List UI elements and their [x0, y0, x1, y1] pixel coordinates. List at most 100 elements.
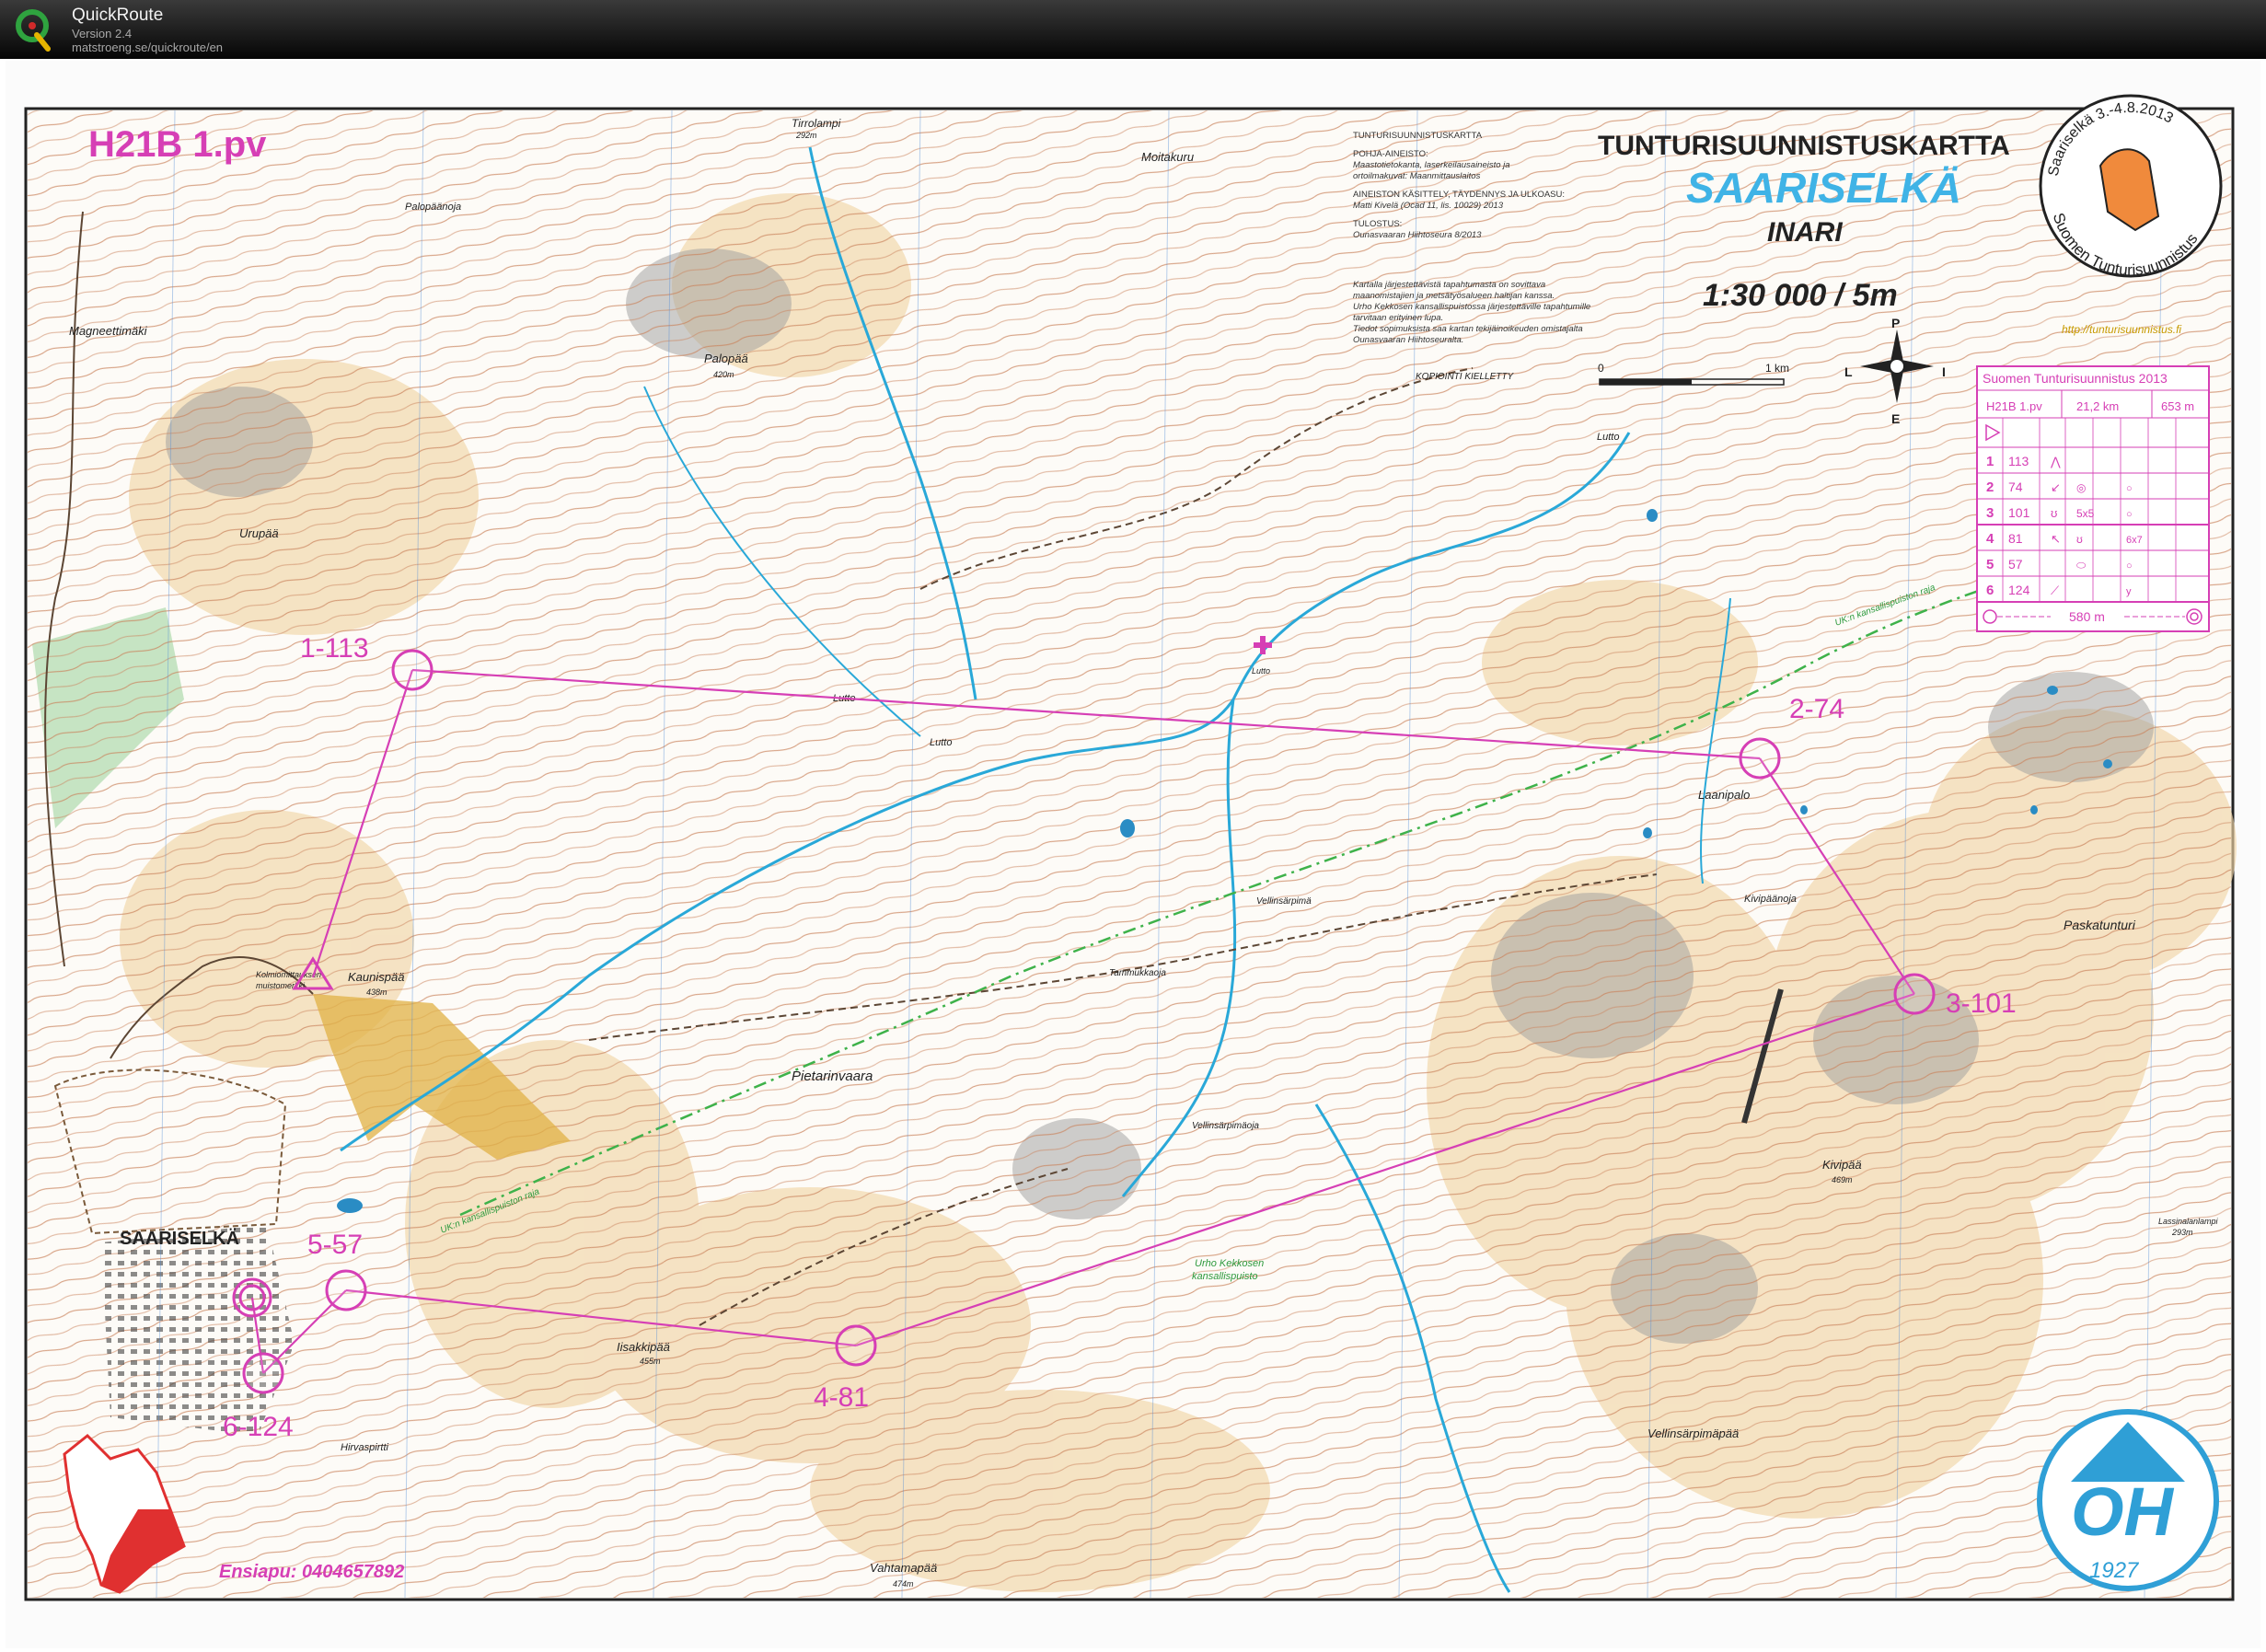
- club-logo: OH 1927: [2037, 1409, 2219, 1591]
- credit-line: Matti Kivelä (Ocad 11, lis. 10029) 2013: [1353, 201, 1504, 211]
- control-circle[interactable]: [835, 1324, 877, 1367]
- place-name: Lassinalanlampi: [2158, 1217, 2219, 1226]
- place-name: 438m: [366, 988, 387, 997]
- place-name: 455m: [640, 1357, 661, 1366]
- control-circle[interactable]: [242, 1352, 284, 1394]
- credit-line: Kartalla järjestettävistä tapahtumasta o…: [1353, 280, 1545, 290]
- control-label: 5-57: [307, 1230, 363, 1260]
- place-name: 292m: [795, 131, 817, 140]
- credit-line: Maastotietokanta, laserkeilausaineisto j…: [1353, 160, 1510, 170]
- map-heading: TUNTURISUUNNISTUSKARTTA: [1598, 131, 2010, 161]
- desc-row-symbol: ⋀: [2050, 455, 2061, 468]
- club-logo-letters: OH: [2071, 1473, 2175, 1550]
- course-title: H21B 1.pv: [88, 124, 267, 165]
- control-label: 6-124: [223, 1412, 294, 1442]
- place-name: Urupää: [239, 526, 279, 540]
- place-name: Moitakuru: [1141, 150, 1194, 164]
- desc-length: 21,2 km: [2076, 399, 2119, 413]
- control-circle[interactable]: [1739, 737, 1781, 780]
- desc-row-code: 124: [2008, 583, 2030, 597]
- desc-row-symbol: ʊ: [2076, 533, 2083, 546]
- place-name: Urho Kekkosen: [1195, 1258, 1264, 1269]
- desc-row-symbol: y: [2126, 586, 2132, 597]
- place-name: 420m: [713, 370, 734, 379]
- copy-notice: KOPIOINTI KIELLETTY: [1416, 372, 1514, 382]
- control-label: 3-101: [1946, 988, 2017, 1019]
- place-name: Hirvaspirtti: [341, 1442, 389, 1453]
- desc-climb: 653 m: [2161, 399, 2194, 413]
- desc-row-code: 57: [2008, 557, 2023, 572]
- place-name: 474m: [893, 1579, 914, 1588]
- contour-lines: [28, 110, 2231, 1598]
- club-logo-year: 1927: [2089, 1558, 2140, 1583]
- desc-row-code: 74: [2008, 479, 2023, 494]
- desc-header: Suomen Tunturisuunnistus 2013: [1983, 371, 2168, 386]
- credit-line: AINEISTON KÄSITTELY, TÄYDENNYS JA ULKOAS…: [1353, 190, 1565, 200]
- desc-row-number: 3: [1986, 505, 1994, 521]
- place-name: kansallispuisto: [1192, 1271, 1258, 1282]
- desc-row-symbol: ↖: [2051, 532, 2061, 546]
- desc-row-number: 5: [1986, 557, 1994, 572]
- desc-row-number: 4: [1986, 531, 1994, 547]
- credit-line: Urho Kekkosen kansallispuistossa järjest…: [1353, 302, 1590, 312]
- place-name: SAARISELKÄ: [120, 1228, 239, 1249]
- credit-line: POHJA-AINEISTO:: [1353, 149, 1428, 159]
- place-name: Magneettimäki: [69, 324, 148, 338]
- place-name: Kaunispää: [348, 970, 404, 984]
- desc-row-number: 6: [1986, 583, 1994, 598]
- desc-row-number: 2: [1986, 479, 1994, 495]
- place-name: Paskatunturi: [2064, 918, 2136, 932]
- desc-finish-distance: 580 m: [2069, 609, 2105, 624]
- desc-row-symbol: ○: [2126, 560, 2133, 572]
- orienteering-map[interactable]: Tirrolampi 292m Moitakuru Palopäänoja Pa…: [0, 0, 2266, 1652]
- place-name: Kivipäänoja: [1744, 894, 1797, 905]
- credit-line: ortoilmakuvat: Maanmittauslaitos: [1353, 171, 1481, 181]
- control-circle[interactable]: [325, 1269, 367, 1311]
- map-municipality: INARI: [1767, 217, 1843, 248]
- scale-bar-end: 1 km: [1765, 362, 1789, 375]
- compass-s: E: [1891, 411, 1900, 426]
- desc-row-symbol: ʊ: [2051, 506, 2057, 520]
- credit-line: TUNTURISUUNNISTUSKARTTA: [1353, 131, 1483, 141]
- desc-row-code: 113: [2008, 454, 2029, 468]
- place-name: Palopäänoja: [405, 202, 461, 213]
- credit-line: TULOSTUS:: [1353, 219, 1402, 229]
- desc-row-symbol: ↙: [2051, 480, 2061, 494]
- control-description-table: Suomen Tunturisuunnistus 2013H21B 1.pv 21…: [1976, 365, 2210, 632]
- desc-row-number: 1: [1986, 454, 1994, 469]
- control-circle[interactable]: [391, 649, 434, 691]
- place-name: Iisakkipää: [617, 1340, 670, 1354]
- map-url: http://tunturisuunnistus.fi: [2062, 323, 2181, 336]
- event-badge: Saariselkä 3.-4.8.2013 Suomen Tunturisuu…: [2039, 94, 2223, 279]
- credit-line: Tiedot sopimuksista saa kartan tekijäino…: [1353, 324, 1583, 334]
- control-label: 1-113: [300, 633, 369, 664]
- place-name: Tammukkaoja: [1109, 968, 1166, 978]
- desc-row-symbol: ⟋: [2051, 583, 2060, 597]
- scale-bar-start: 0: [1598, 362, 1604, 375]
- desc-row-code: 101: [2008, 505, 2030, 520]
- desc-row-code: 81: [2008, 531, 2023, 546]
- place-name: Laanipalo: [1698, 788, 1750, 802]
- desc-row-symbol: ⬭: [2076, 559, 2087, 572]
- place-name: Tirrolampi: [792, 117, 841, 130]
- map-scale: 1:30 000 / 5m: [1703, 278, 1898, 313]
- place-name: Lutto: [1597, 432, 1619, 443]
- place-name: Kivipää: [1822, 1158, 1862, 1172]
- place-name: Vellinsärpimä: [1256, 896, 1312, 907]
- credit-line: tarvitaan erityinen lupa.: [1353, 313, 1443, 323]
- place-name: 469m: [1832, 1175, 1853, 1184]
- place-name: Pietarinvaara: [792, 1069, 873, 1084]
- place-name: Vellinsärpimäoja: [1192, 1121, 1259, 1131]
- place-name: Kolmiomittauksen: [256, 970, 321, 979]
- place-name: Vahtamapää: [870, 1561, 937, 1575]
- compass-e: I: [1942, 364, 1946, 379]
- control-circle[interactable]: [1893, 973, 1936, 1015]
- map-area-name: SAARISELKÄ: [1686, 164, 1961, 212]
- desc-row-symbol: ○: [2126, 509, 2133, 520]
- desc-course: H21B 1.pv: [1986, 399, 2042, 413]
- emergency-phone: Ensiapu: 0404657892: [219, 1562, 404, 1582]
- desc-row-symbol: 6x7: [2126, 535, 2143, 546]
- control-label: 2-74: [1789, 694, 1844, 724]
- desc-row-symbol: ◎: [2076, 481, 2086, 494]
- place-name: 293m: [2171, 1228, 2193, 1237]
